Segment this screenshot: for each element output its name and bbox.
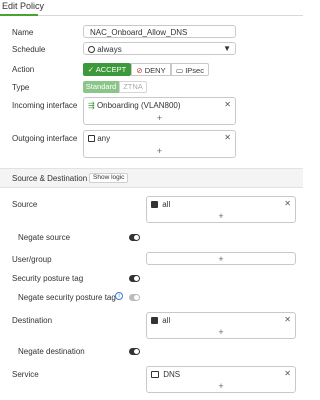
type-standard-button[interactable]: Standard [83, 81, 119, 93]
address-icon [151, 317, 158, 324]
service-item: DNS [151, 370, 180, 379]
remove-service-icon[interactable]: ✕ [284, 369, 291, 378]
source-field[interactable]: all ✕ + [146, 196, 296, 223]
security-posture-tag-toggle[interactable] [129, 275, 140, 282]
schedule-label: Schedule [12, 45, 46, 54]
name-input[interactable]: NAC_Onboard_Allow_DNS [83, 25, 236, 38]
remove-destination-icon[interactable]: ✕ [284, 315, 291, 324]
destination-item: all [151, 316, 170, 325]
security-posture-tag-label: Security posture tag [12, 274, 84, 283]
user-group-field[interactable]: + [146, 252, 296, 265]
add-outgoing-interface-icon[interactable]: + [157, 146, 162, 156]
schedule-value: always [97, 45, 122, 54]
source-item: all [151, 200, 170, 209]
negate-security-posture-tag-toggle[interactable] [129, 294, 140, 301]
schedule-select[interactable]: always ▼ [83, 42, 236, 55]
destination-label: Destination [12, 316, 53, 325]
type-label: Type [12, 83, 30, 92]
chevron-down-icon: ▼ [223, 44, 231, 53]
incoming-interface-label: Incoming interface [12, 101, 78, 110]
service-label: Service [12, 370, 39, 379]
remove-incoming-interface-icon[interactable]: ✕ [224, 100, 231, 109]
info-icon[interactable]: i [115, 292, 123, 300]
negate-destination-toggle[interactable] [129, 348, 140, 355]
outgoing-interface-label: Outgoing interface [12, 134, 78, 143]
destination-field[interactable]: all ✕ + [146, 312, 296, 339]
active-tab-indicator [0, 14, 38, 16]
schedule-icon [88, 46, 95, 53]
name-value: NAC_Onboard_Allow_DNS [90, 28, 188, 37]
service-icon [151, 371, 159, 378]
negate-source-label: Negate source [18, 233, 71, 242]
user-group-label: User/group [12, 255, 52, 264]
action-label: Action [12, 65, 35, 74]
deny-icon: ⊘ [136, 66, 145, 75]
type-ztna-button[interactable]: ZTNA [119, 81, 147, 93]
address-icon [151, 201, 158, 208]
incoming-interface-item: ⇶ Onboarding (VLAN800) [88, 101, 181, 110]
service-field[interactable]: DNS ✕ + [146, 366, 296, 393]
remove-source-icon[interactable]: ✕ [284, 199, 291, 208]
negate-security-posture-tag-label: Negate security posture tag [18, 293, 116, 302]
remove-outgoing-interface-icon[interactable]: ✕ [224, 133, 231, 142]
tab-bar: Edit Policy [0, 0, 303, 16]
incoming-interface-field[interactable]: ⇶ Onboarding (VLAN800) ✕ + [83, 97, 236, 125]
ipsec-icon: ▭ [176, 66, 186, 75]
show-logic-button[interactable]: Show logic [89, 173, 129, 183]
add-destination-icon[interactable]: + [218, 327, 223, 337]
network-icon: ⇶ [88, 101, 95, 110]
add-service-icon[interactable]: + [218, 381, 223, 391]
page-title[interactable]: Edit Policy [2, 1, 44, 11]
add-source-icon[interactable]: + [218, 211, 223, 221]
action-ipsec-button[interactable]: ▭ IPsec [171, 63, 209, 76]
add-incoming-interface-icon[interactable]: + [157, 113, 162, 123]
outgoing-interface-field[interactable]: any ✕ + [83, 130, 236, 158]
outgoing-interface-item: any [88, 134, 110, 143]
negate-destination-label: Negate destination [18, 347, 85, 356]
check-icon: ✓ [87, 65, 96, 74]
add-user-group-icon[interactable]: + [218, 254, 223, 264]
source-label: Source [12, 200, 38, 209]
name-label: Name [12, 28, 34, 37]
negate-source-toggle[interactable] [129, 234, 140, 241]
section-title: Source & Destination [12, 174, 88, 183]
interface-icon [88, 135, 95, 142]
source-destination-section-header: Source & Destination Show logic [0, 168, 303, 188]
action-accept-button[interactable]: ✓ ACCEPT [83, 63, 131, 76]
action-deny-button[interactable]: ⊘ DENY [131, 63, 171, 76]
